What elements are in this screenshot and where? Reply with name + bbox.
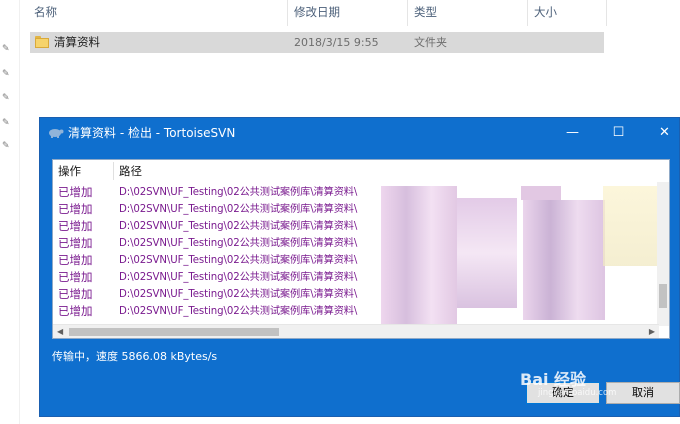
row-action: 已增加 [58,236,93,250]
list-header: 操作 路径 [53,160,669,182]
scroll-left-icon[interactable]: ◀ [57,325,63,338]
column-label: 名称 [34,5,57,19]
dialog-titlebar[interactable]: 清算资料 - 检出 - TortoiseSVN — ☐ ✕ [40,118,679,148]
row-path: D:\02SVN\UF_Testing\02公共测试案例库\清算资料\ [119,255,358,266]
file-type: 文件夹 [414,36,447,49]
pin-icon[interactable]: ✎ [2,93,12,103]
blurred-region [457,198,517,308]
row-path: D:\02SVN\UF_Testing\02公共测试案例库\清算资料\ [119,221,358,232]
column-header-path[interactable]: 路径 [114,160,142,182]
column-separator[interactable] [606,0,607,26]
blurred-region [603,186,657,266]
minimize-button[interactable]: — [550,118,595,148]
tortoise-icon [49,129,64,138]
file-row-selected[interactable]: 清算资料 2018/3/15 9:55 文件夹 [30,32,604,53]
maximize-button[interactable]: ☐ [596,118,641,148]
transfer-status: 传输中，速度 5866.08 kBytes/s [52,350,218,363]
pin-icon[interactable]: ✎ [2,69,12,79]
cancel-button[interactable]: 取消 [606,382,680,404]
sort-ascending-icon: ⌃ [150,0,158,6]
watermark-url: jingyan.baidu.com [538,388,617,398]
row-path: D:\02SVN\UF_Testing\02公共测试案例库\清算资料\ [119,289,358,300]
list-item[interactable]: 已增加 D:\02SVN\UF_Testing\02公共测试案例库\清算资料\ [53,184,659,201]
row-action: 已增加 [58,202,93,216]
dialog-title: 清算资料 - 检出 - TortoiseSVN [68,126,236,140]
scroll-right-icon[interactable]: ▶ [649,325,655,338]
watermark-brand: Bai 经验 [520,370,587,389]
column-header-type[interactable]: 类型 [408,0,526,26]
navigation-pane: ✎ ✎ ✎ ✎ ✎ [0,0,20,424]
vertical-scroll-thumb[interactable] [659,284,667,308]
row-action: 已增加 [58,304,93,318]
pin-icon[interactable]: ✎ [2,118,12,128]
column-header-date[interactable]: 修改日期 [288,0,406,26]
row-action: 已增加 [58,219,93,233]
file-date: 2018/3/15 9:55 [294,36,379,49]
column-header-size[interactable]: 大小 [528,0,606,26]
row-path: D:\02SVN\UF_Testing\02公共测试案例库\清算资料\ [119,187,358,198]
file-name: 清算资料 [54,35,100,49]
row-path: D:\02SVN\UF_Testing\02公共测试案例库\清算资料\ [119,306,358,317]
column-header-name[interactable]: 名称 [28,0,288,26]
row-action: 已增加 [58,253,93,267]
column-header-action[interactable]: 操作 [53,160,81,182]
row-path: D:\02SVN\UF_Testing\02公共测试案例库\清算资料\ [119,272,358,283]
blurred-region [523,200,605,320]
checkout-file-list[interactable]: 操作 路径 已增加 D:\02SVN\UF_Testing\02公共测试案例库\清… [52,159,670,339]
column-label: 类型 [414,5,437,19]
folder-icon [35,36,49,48]
pin-icon[interactable]: ✎ [2,141,12,151]
column-label: 修改日期 [294,5,340,19]
row-action: 已增加 [58,270,93,284]
close-button[interactable]: ✕ [642,118,680,148]
row-action: 已增加 [58,185,93,199]
row-action: 已增加 [58,287,93,301]
blurred-region [521,186,561,200]
blurred-region [381,186,457,328]
horizontal-scrollbar[interactable]: ◀ ▶ [53,324,659,338]
vertical-scrollbar[interactable] [657,182,669,326]
pin-icon[interactable]: ✎ [2,44,12,54]
column-label: 大小 [534,5,557,19]
row-path: D:\02SVN\UF_Testing\02公共测试案例库\清算资料\ [119,204,358,215]
row-path: D:\02SVN\UF_Testing\02公共测试案例库\清算资料\ [119,238,358,249]
horizontal-scroll-thumb[interactable] [69,328,279,336]
